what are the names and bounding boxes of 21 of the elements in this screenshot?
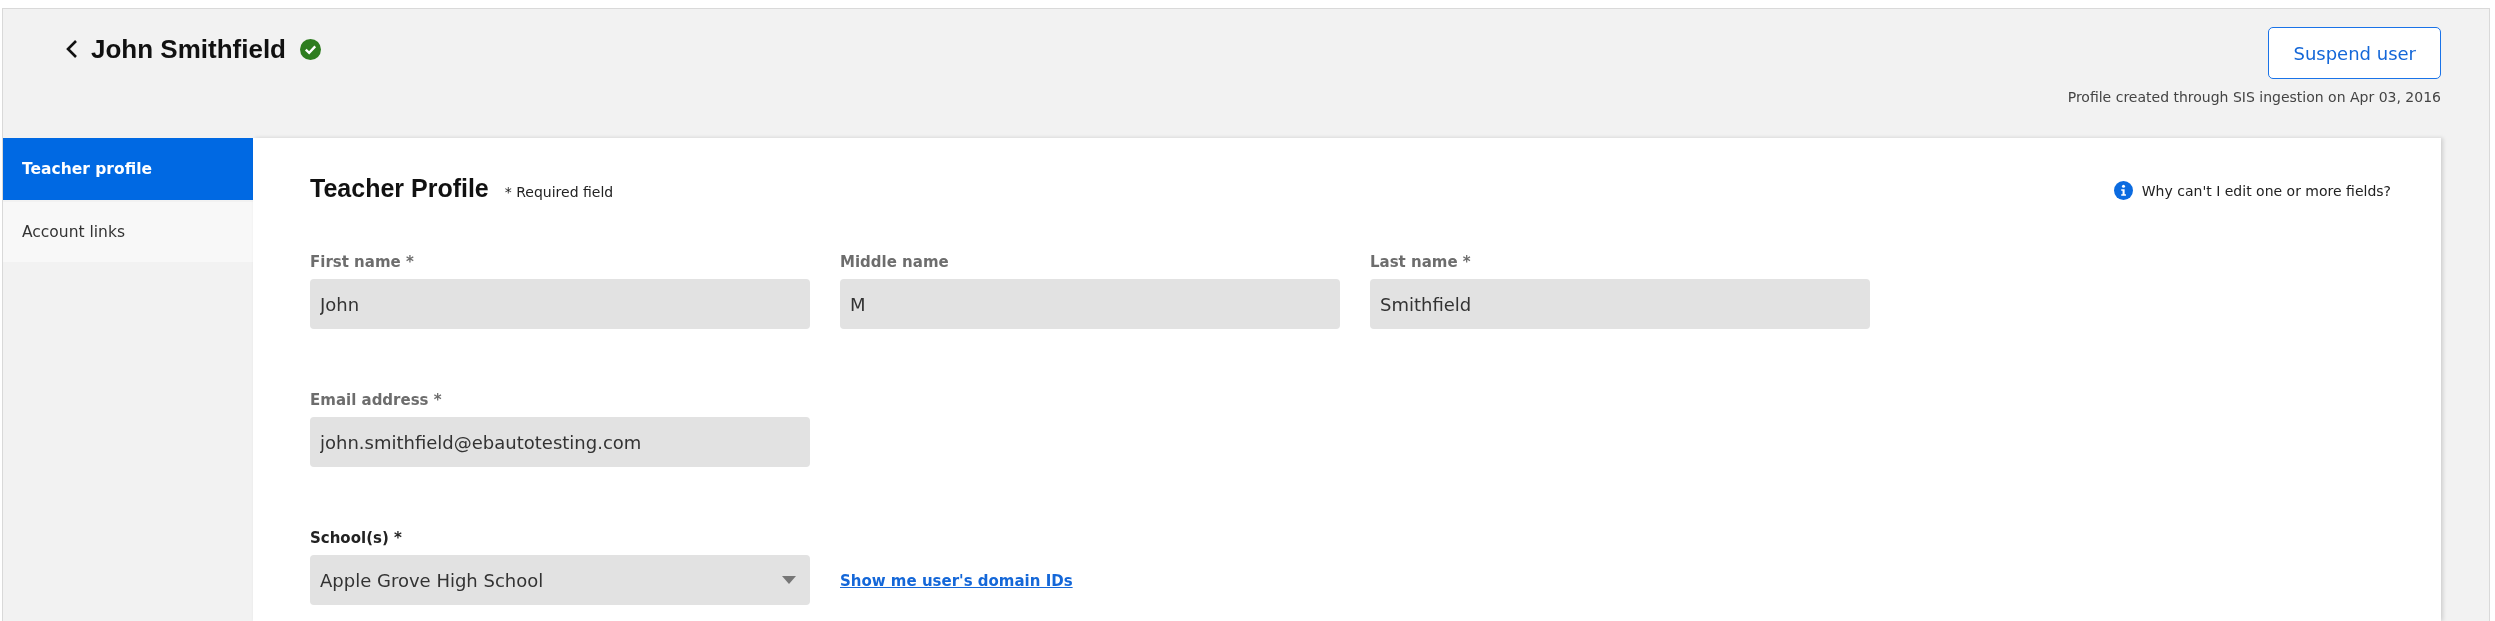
section-heading: Teacher Profile — [310, 174, 489, 203]
field-label: School(s) * — [310, 529, 403, 547]
field-label: Email address * — [310, 391, 443, 409]
domain-ids-link[interactable]: Show me user's domain IDs — [840, 572, 1073, 590]
sidebar-tab[interactable]: Teacher profile — [3, 138, 253, 200]
info-icon — [2113, 181, 2133, 200]
required-note: * Required field — [504, 184, 614, 200]
field-label: Last name * — [1370, 253, 1472, 271]
field-label: Middle name — [840, 253, 950, 271]
back-icon[interactable] — [65, 39, 79, 59]
dropdown[interactable]: Apple Grove High School — [310, 555, 810, 605]
text-field[interactable]: Smithfield — [1370, 279, 1870, 329]
caret-icon — [782, 576, 796, 584]
sidebar-tab[interactable]: Account links — [3, 202, 253, 262]
text-field[interactable]: M — [840, 279, 1340, 329]
created-note: Profile created through SIS ingestion on Apr 03, 2016 — [2067, 89, 2441, 105]
text-field[interactable]: john.smithfield@ebautotesting.com — [310, 417, 810, 467]
help-link[interactable]: Why can't I edit one or more fields? — [2113, 181, 2391, 200]
suspend-button[interactable]: Suspend user — [2268, 27, 2441, 79]
field-label: First name * — [310, 253, 415, 271]
page-title: John Smithfield — [91, 33, 286, 65]
